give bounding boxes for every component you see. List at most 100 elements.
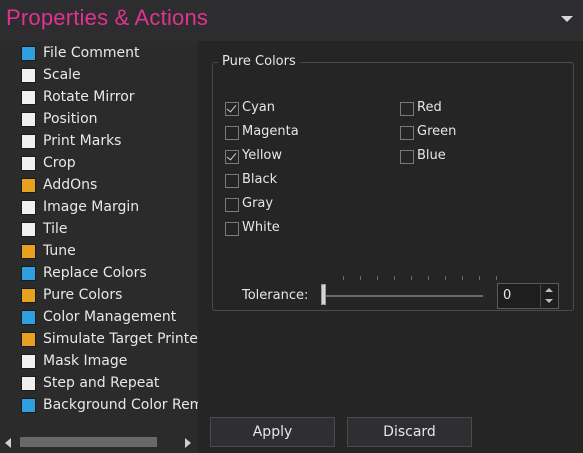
checkbox-box[interactable]	[225, 222, 239, 236]
simulate-printer-icon	[21, 332, 36, 347]
sidebar-item[interactable]: Mask Image	[21, 350, 198, 372]
tune-icon	[21, 244, 36, 259]
tolerance-label: Tolerance:	[242, 288, 309, 303]
sidebar-item[interactable]: Position	[21, 108, 198, 130]
checkbox-box[interactable]	[400, 102, 414, 116]
scroll-left-icon[interactable]	[5, 438, 11, 448]
slider-tick	[343, 276, 344, 280]
sidebar-item[interactable]: Print Marks	[21, 130, 198, 152]
chevron-down-icon[interactable]	[561, 16, 573, 22]
checkbox-box[interactable]	[225, 174, 239, 188]
sidebar-item-label: Mask Image	[43, 353, 128, 369]
checkmark-icon[interactable]	[225, 150, 239, 164]
scale-icon	[21, 68, 36, 83]
rotate-mirror-icon	[21, 90, 36, 105]
sidebar-item-label: Tile	[43, 221, 68, 237]
checkbox-label: Magenta	[242, 124, 299, 139]
checkbox-label: Black	[242, 172, 278, 187]
checkbox-box[interactable]	[400, 150, 414, 164]
pure-colors-icon	[21, 288, 36, 303]
tolerance-slider-track[interactable]	[323, 295, 483, 297]
spin-down-icon[interactable]	[545, 299, 553, 303]
sidebar-item-label: Image Margin	[43, 199, 140, 215]
sidebar-item-label: Background Color Remo	[43, 397, 198, 413]
checkmark-icon[interactable]	[225, 102, 239, 116]
tolerance-value[interactable]: 0	[503, 288, 511, 303]
sidebar-item-label: Pure Colors	[43, 287, 123, 303]
sidebar-item-label: Scale	[43, 67, 81, 83]
background-color-icon	[21, 398, 36, 413]
sidebar-item[interactable]: AddOns	[21, 174, 198, 196]
checkbox-label: Yellow	[242, 148, 283, 163]
sidebar-item[interactable]: Image Margin	[21, 196, 198, 218]
mask-image-icon	[21, 354, 36, 369]
crop-icon	[21, 156, 36, 171]
slider-tick	[445, 276, 446, 280]
group-legend: Pure Colors	[218, 54, 300, 69]
checkbox-label: Blue	[417, 148, 446, 163]
sidebar-item[interactable]: Pure Colors	[21, 284, 198, 306]
slider-tick	[462, 276, 463, 280]
sidebar-item-label: Print Marks	[43, 133, 122, 149]
sidebar-item[interactable]: Rotate Mirror	[21, 86, 198, 108]
step-repeat-icon	[21, 376, 36, 391]
apply-button[interactable]: Apply	[210, 417, 335, 447]
position-icon	[21, 112, 36, 127]
checkbox-box[interactable]	[225, 198, 239, 212]
main-panel: Tolerance: 0 Cyan Magenta Yellow Black Gray W…	[198, 41, 583, 453]
replace-colors-icon	[21, 266, 36, 281]
checkbox-label: Cyan	[242, 100, 275, 115]
sidebar-item-label: Color Management	[43, 309, 177, 325]
checkbox-label: White	[242, 220, 280, 235]
sidebar-item-label: Replace Colors	[43, 265, 147, 281]
slider-tick	[479, 276, 480, 280]
slider-tick	[394, 276, 395, 280]
sidebar-item[interactable]: Tune	[21, 240, 198, 262]
slider-tick	[360, 276, 361, 280]
sidebar-item[interactable]: Step and Repeat	[21, 372, 198, 394]
scroll-right-icon[interactable]	[185, 438, 191, 448]
sidebar-horizontal-scrollbar[interactable]	[0, 432, 198, 453]
sidebar: File Comment Scale Rotate Mirror Position Pr…	[0, 41, 198, 453]
sidebar-item[interactable]: Tile	[21, 218, 198, 240]
file-comment-icon	[21, 46, 36, 61]
sidebar-item-label: Position	[43, 111, 98, 127]
checkbox-box[interactable]	[400, 126, 414, 140]
slider-tick	[377, 276, 378, 280]
sidebar-item[interactable]: Replace Colors	[21, 262, 198, 284]
print-marks-icon	[21, 134, 36, 149]
sidebar-item[interactable]: Background Color Remo	[21, 394, 198, 416]
sidebar-item-label: Rotate Mirror	[43, 89, 135, 105]
slider-tick	[428, 276, 429, 280]
checkbox-label: Red	[417, 100, 442, 115]
checkbox-box[interactable]	[225, 126, 239, 140]
tile-icon	[21, 222, 36, 237]
pure-colors-group: Tolerance: 0 Cyan Magenta Yellow Black Gray W…	[212, 62, 574, 311]
tolerance-slider-thumb[interactable]	[321, 284, 326, 305]
scrollbar-thumb[interactable]	[20, 437, 157, 447]
slider-tick	[496, 276, 497, 280]
tolerance-spinbox[interactable]: 0	[497, 283, 559, 309]
sidebar-item-label: Crop	[43, 155, 76, 171]
image-margin-icon	[21, 200, 36, 215]
spin-buttons[interactable]	[540, 285, 557, 307]
sidebar-item-label: File Comment	[43, 45, 140, 61]
sidebar-item[interactable]: Color Management	[21, 306, 198, 328]
spin-up-icon[interactable]	[545, 288, 553, 292]
sidebar-item[interactable]: Simulate Target Printer	[21, 328, 198, 350]
checkbox-label: Gray	[242, 196, 274, 211]
discard-button[interactable]: Discard	[347, 417, 472, 447]
title-bar: Properties & Actions	[0, 0, 583, 41]
sidebar-item[interactable]: Crop	[21, 152, 198, 174]
sidebar-item[interactable]: File Comment	[21, 42, 198, 64]
sidebar-item[interactable]: Scale	[21, 64, 198, 86]
sidebar-item-label: Simulate Target Printer	[43, 331, 198, 347]
color-management-icon	[21, 310, 36, 325]
sidebar-item-label: AddOns	[43, 177, 98, 193]
sidebar-item-label: Tune	[43, 243, 76, 259]
checkbox-label: Green	[417, 124, 457, 139]
panel-title: Properties & Actions	[6, 5, 209, 30]
addons-icon	[21, 178, 36, 193]
slider-tick	[411, 276, 412, 280]
sidebar-item-label: Step and Repeat	[43, 375, 160, 391]
